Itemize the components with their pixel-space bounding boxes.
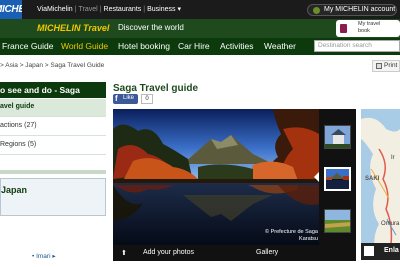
page: MICHELIN ViaMichelin|Travel|Restaurants|… <box>0 0 400 267</box>
hero-toolbar: ⬆ Add your photos Gallery <box>113 245 356 261</box>
japan-box: Japan <box>0 178 106 216</box>
region-map[interactable]: SAKI Omura Ir <box>361 109 400 260</box>
upload-icon: ⬆ <box>121 250 127 257</box>
imari-link[interactable]: • Imari ▸ <box>32 252 56 260</box>
enlarge-map-button[interactable]: Enla <box>361 243 400 260</box>
print-label: Print <box>384 62 398 69</box>
link-restaurants[interactable]: Restaurants <box>104 6 142 13</box>
destination-search-input[interactable]: Destination search <box>314 40 400 52</box>
hero-photo[interactable] <box>113 109 319 245</box>
link-business[interactable]: Business ▾ <box>147 5 181 13</box>
link-travel[interactable]: Travel <box>79 6 98 13</box>
nav-hotel-booking[interactable]: Hotel booking <box>118 41 170 51</box>
nav-car-hire[interactable]: Car Hire <box>178 41 210 51</box>
print-icon <box>376 63 382 69</box>
selected-thumbnail-pointer <box>314 172 319 182</box>
add-photos-button[interactable]: ⬆ Add your photos <box>121 249 194 257</box>
hero-photo-art <box>113 109 319 245</box>
map-art <box>361 109 400 260</box>
sidebar-item-label: actions (27) <box>0 122 37 129</box>
enlarge-label: Enla <box>384 247 399 254</box>
sidebar-heading-text: o see and do - Saga <box>0 85 80 95</box>
nav-france-guide[interactable]: France Guide <box>2 41 54 51</box>
sidebar-item-regions[interactable]: Regions (5) <box>0 137 106 155</box>
my-michelin-account-button[interactable]: My MICHELIN account <box>307 4 397 16</box>
my-travel-book-label: My travel book <box>358 21 381 34</box>
michelin-logo[interactable]: MICHELIN <box>0 0 22 19</box>
facebook-icon: f <box>115 94 118 103</box>
brand-title[interactable]: MICHELIN Travel <box>37 23 109 33</box>
thumbnail-strip <box>319 109 356 245</box>
logo-text: MICHELIN <box>0 4 22 15</box>
facebook-like-label: Like <box>123 95 135 101</box>
top-links: ViaMichelin | Travel | Restaurants | Business … <box>37 5 181 13</box>
thumbnail-mountain-lake[interactable] <box>324 167 351 191</box>
add-photos-label: Add your photos <box>143 249 194 256</box>
page-title: Saga Travel guide <box>113 83 199 94</box>
breadcrumb[interactable]: > Asia > Japan > Saga Travel Guide <box>0 62 104 69</box>
tagline: Discover the world <box>118 23 184 32</box>
facebook-like-count: 0 <box>141 94 153 104</box>
facebook-like-button[interactable]: f Like <box>113 94 138 104</box>
link-viamichelin[interactable]: ViaMichelin <box>37 6 73 13</box>
sidebar-item-label: avel guide <box>0 103 35 110</box>
map-label-saki: SAKI <box>365 176 380 182</box>
account-label: My MICHELIN account <box>324 6 396 13</box>
nav-world-guide[interactable]: World Guide <box>61 41 108 51</box>
map-label-ir: Ir <box>391 155 395 161</box>
account-icon <box>313 6 320 14</box>
travel-book-icon <box>340 24 347 33</box>
map-label-omura: Omura <box>381 221 400 227</box>
top-bar: MICHELIN ViaMichelin|Travel|Restaurants|… <box>0 0 400 19</box>
sidebar-item-label: Regions (5) <box>0 141 37 148</box>
japan-title[interactable]: Japan <box>1 185 27 195</box>
sidebar-divider <box>0 170 106 174</box>
thumbnail-fields[interactable] <box>324 209 351 233</box>
enlarge-icon <box>364 246 374 256</box>
sidebar-item-attractions[interactable]: actions (27) <box>0 118 106 136</box>
sidebar-item-travel-guide[interactable]: avel guide <box>0 99 106 117</box>
print-button[interactable]: Print <box>372 60 400 72</box>
gallery-button[interactable]: Gallery <box>256 249 278 256</box>
my-travel-book-button[interactable]: My travel book <box>336 20 400 37</box>
nav-activities[interactable]: Activities <box>220 41 254 51</box>
thumbnail-castle[interactable] <box>324 125 351 149</box>
photo-credit: © Prefecture de Saga Karatsu <box>265 229 318 242</box>
sidebar-heading: o see and do - Saga <box>0 82 106 98</box>
nav-weather[interactable]: Weather <box>264 41 296 51</box>
